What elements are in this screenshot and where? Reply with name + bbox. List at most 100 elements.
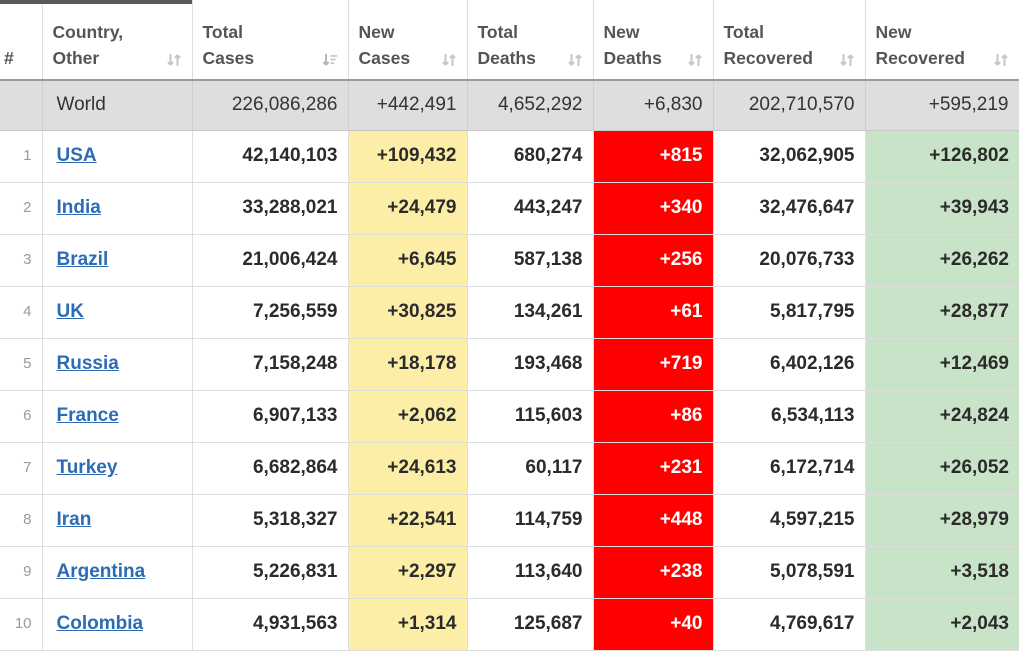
sort-both-icon[interactable] bbox=[687, 52, 703, 70]
column-header-label-line1: New bbox=[603, 22, 640, 42]
column-header-country[interactable]: Country, Other bbox=[42, 0, 193, 81]
cell-new-cases: +18,178 bbox=[348, 338, 468, 391]
table-row: 4 UK 7,256,559 +30,825 134,261 +61 5,817,795 +2… bbox=[0, 286, 1019, 339]
table-row: 2 India 33,288,021 +24,479 443,247 +340 32,476… bbox=[0, 182, 1019, 235]
cell-country: Colombia bbox=[42, 598, 193, 651]
cell-new-deaths: +238 bbox=[593, 546, 714, 599]
cell-total-recovered: 32,062,905 bbox=[713, 130, 866, 183]
cell-rank: 8 bbox=[0, 494, 43, 547]
cell-new-recovered: +2,043 bbox=[865, 598, 1019, 651]
cell-new-recovered: +3,518 bbox=[865, 546, 1019, 599]
sort-both-icon[interactable] bbox=[993, 52, 1009, 70]
country-link[interactable]: Russia bbox=[57, 353, 119, 374]
column-header-new-deaths[interactable]: New Deaths bbox=[593, 0, 714, 81]
sort-both-icon[interactable] bbox=[441, 52, 457, 70]
cell-total-deaths: 134,261 bbox=[467, 286, 594, 339]
column-header-total-deaths[interactable]: Total Deaths bbox=[467, 0, 594, 81]
column-header-label-line1: Total bbox=[723, 22, 765, 42]
sort-desc-icon[interactable] bbox=[322, 52, 338, 70]
cell-new-deaths: +6,830 bbox=[593, 80, 714, 131]
cell-total-recovered: 6,172,714 bbox=[713, 442, 866, 495]
column-header-label-row: Deaths bbox=[604, 45, 703, 71]
column-header-label-row: Recovered bbox=[724, 45, 855, 71]
column-header-label-line1: Country, bbox=[52, 22, 124, 42]
column-header-label-row: Deaths bbox=[478, 45, 583, 71]
column-header-total-recovered[interactable]: Total Recovered bbox=[713, 0, 866, 81]
column-header-inner: Total Deaths bbox=[478, 19, 583, 71]
cell-new-recovered: +24,824 bbox=[865, 390, 1019, 443]
cell-total-cases: 5,226,831 bbox=[192, 546, 349, 599]
country-link[interactable]: Turkey bbox=[57, 457, 118, 478]
country-link[interactable]: Argentina bbox=[57, 561, 146, 582]
cell-total-deaths: 443,247 bbox=[467, 182, 594, 235]
cell-rank: 4 bbox=[0, 286, 43, 339]
table-body: World 226,086,286 +442,491 4,652,292 +6,830 2… bbox=[0, 80, 1019, 651]
column-header-label-line2: Deaths bbox=[603, 48, 662, 68]
cell-total-cases: 33,288,021 bbox=[192, 182, 349, 235]
column-header-new-cases[interactable]: New Cases bbox=[348, 0, 468, 81]
cell-total-recovered: 32,476,647 bbox=[713, 182, 866, 235]
cell-total-deaths: 680,274 bbox=[467, 130, 594, 183]
column-header-label-line2: Other bbox=[52, 48, 100, 68]
column-header-inner: # bbox=[4, 19, 38, 71]
column-header-total-cases[interactable]: Total Cases bbox=[192, 0, 349, 81]
cell-rank: 7 bbox=[0, 442, 43, 495]
covid-stats-table: # Country, Other Total Cases New Cases Total Dea… bbox=[0, 0, 1019, 651]
table-row: 8 Iran 5,318,327 +22,541 114,759 +448 4,597,21… bbox=[0, 494, 1019, 547]
cell-total-deaths: 587,138 bbox=[467, 234, 594, 287]
cell-rank: 3 bbox=[0, 234, 43, 287]
column-header-label-line1: New bbox=[875, 22, 912, 42]
cell-country: UK bbox=[42, 286, 193, 339]
cell-new-cases: +2,062 bbox=[348, 390, 468, 443]
column-header-inner: New Cases bbox=[359, 19, 457, 71]
cell-new-deaths: +448 bbox=[593, 494, 714, 547]
column-header-label-row: Cases bbox=[359, 45, 457, 71]
cell-new-deaths: +61 bbox=[593, 286, 714, 339]
cell-new-deaths: +86 bbox=[593, 390, 714, 443]
country-link[interactable]: Brazil bbox=[57, 249, 109, 270]
cell-total-deaths: 125,687 bbox=[467, 598, 594, 651]
column-header-new-recovered[interactable]: New Recovered bbox=[865, 0, 1019, 81]
cell-new-recovered: +126,802 bbox=[865, 130, 1019, 183]
country-link[interactable]: UK bbox=[57, 301, 84, 322]
cell-country: USA bbox=[42, 130, 193, 183]
column-header-label-line2: Cases bbox=[358, 48, 411, 68]
column-header-label-line1: Total bbox=[477, 22, 519, 42]
column-header-label-line1: New bbox=[358, 22, 395, 42]
cell-new-recovered: +28,979 bbox=[865, 494, 1019, 547]
cell-rank: 6 bbox=[0, 390, 43, 443]
country-link[interactable]: India bbox=[57, 197, 101, 218]
cell-new-recovered: +595,219 bbox=[865, 80, 1019, 131]
cell-new-deaths: +40 bbox=[593, 598, 714, 651]
cell-total-deaths: 113,640 bbox=[467, 546, 594, 599]
cell-country: Iran bbox=[42, 494, 193, 547]
cell-new-deaths: +815 bbox=[593, 130, 714, 183]
column-header-label-line2: Deaths bbox=[477, 48, 536, 68]
cell-new-recovered: +26,262 bbox=[865, 234, 1019, 287]
sort-both-icon[interactable] bbox=[839, 52, 855, 70]
column-header-rank[interactable]: # bbox=[0, 0, 43, 81]
column-header-inner: Total Recovered bbox=[724, 19, 855, 71]
cell-new-cases: +1,314 bbox=[348, 598, 468, 651]
cell-new-cases: +442,491 bbox=[348, 80, 468, 131]
cell-new-cases: +24,613 bbox=[348, 442, 468, 495]
cell-total-deaths: 60,117 bbox=[467, 442, 594, 495]
sort-both-icon[interactable] bbox=[166, 52, 182, 70]
country-link[interactable]: Iran bbox=[57, 509, 92, 530]
country-link[interactable]: Colombia bbox=[57, 613, 144, 634]
cell-country: Russia bbox=[42, 338, 193, 391]
cell-total-cases: 21,006,424 bbox=[192, 234, 349, 287]
sort-both-icon[interactable] bbox=[567, 52, 583, 70]
world-summary-row: World 226,086,286 +442,491 4,652,292 +6,830 2… bbox=[0, 80, 1019, 131]
cell-country: India bbox=[42, 182, 193, 235]
cell-new-cases: +24,479 bbox=[348, 182, 468, 235]
cell-total-recovered: 20,076,733 bbox=[713, 234, 866, 287]
column-header-label-line2: Recovered bbox=[723, 48, 814, 68]
country-link[interactable]: France bbox=[57, 405, 119, 426]
cell-new-deaths: +256 bbox=[593, 234, 714, 287]
cell-country: Turkey bbox=[42, 442, 193, 495]
column-header-label-line2: Cases bbox=[202, 48, 255, 68]
country-link[interactable]: USA bbox=[57, 145, 97, 166]
column-header-label-row: Recovered bbox=[876, 45, 1010, 71]
column-header-inner: Total Cases bbox=[203, 19, 338, 71]
